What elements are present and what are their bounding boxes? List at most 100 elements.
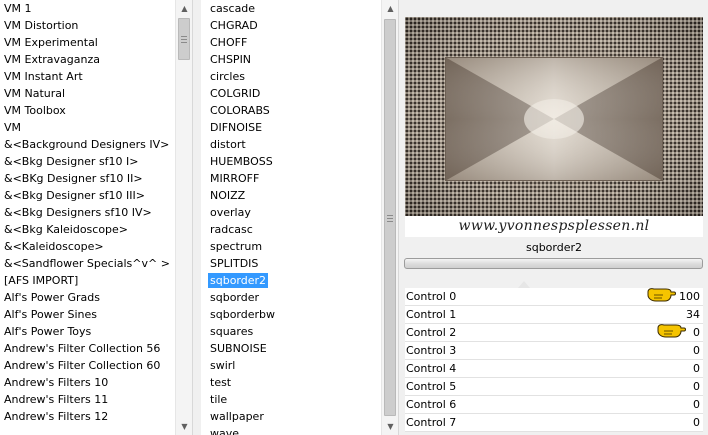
category-item[interactable]: Andrew's Filter Collection 60 — [0, 357, 174, 374]
category-item[interactable]: VM Toolbox — [0, 102, 174, 119]
control-value[interactable]: 0 — [693, 416, 700, 430]
filter-scrollbar[interactable]: ▲ ▼ — [381, 0, 398, 435]
control-value[interactable]: 0 — [693, 344, 700, 358]
control-label: Control 3 — [406, 344, 457, 357]
filter-item-label: overlay — [210, 206, 251, 219]
filter-item-label: sqborder — [210, 291, 260, 304]
category-item[interactable]: &<Bkg Designers sf10 IV> — [0, 204, 174, 221]
filter-item[interactable]: NOIZZ — [201, 187, 380, 204]
category-item[interactable]: Alf's Power Toys — [0, 323, 174, 340]
filter-item[interactable]: squares — [201, 323, 380, 340]
filter-item[interactable]: COLGRID — [201, 85, 380, 102]
filter-item-label: radcasc — [210, 223, 253, 236]
control-value[interactable]: 0 — [693, 398, 700, 412]
filter-item[interactable]: SUBNOISE — [201, 340, 380, 357]
grip-icon — [181, 36, 187, 43]
filter-item[interactable]: swirl — [201, 357, 380, 374]
filter-item[interactable]: CHOFF — [201, 34, 380, 51]
control-value[interactable]: 0 — [693, 362, 700, 376]
category-item[interactable]: VM Instant Art — [0, 68, 174, 85]
filter-item-selected[interactable]: sqborder2 — [201, 272, 380, 289]
filter-item[interactable]: CHSPIN — [201, 51, 380, 68]
category-item[interactable]: &<Sandflower Specials^v^ > — [0, 255, 174, 272]
filter-item-label: sqborder2 — [208, 273, 269, 288]
control-label: Control 6 — [406, 398, 457, 411]
filter-item[interactable]: wave — [201, 425, 380, 435]
control-value[interactable]: 0 — [693, 380, 700, 394]
pointing-hand-icon — [657, 321, 687, 341]
filter-item[interactable]: HUEMBOSS — [201, 153, 380, 170]
filter-item[interactable]: CHGRAD — [201, 17, 380, 34]
filter-item[interactable]: circles — [201, 68, 380, 85]
scroll-down-arrow-icon[interactable]: ▼ — [382, 418, 398, 435]
category-scroll-thumb[interactable] — [178, 18, 190, 60]
splitter — [193, 0, 201, 435]
category-item[interactable]: Andrew's Filters 12 — [0, 408, 174, 425]
filter-item[interactable]: cascade — [201, 0, 380, 17]
filter-item[interactable]: overlay — [201, 204, 380, 221]
filter-item[interactable]: sqborderbw — [201, 306, 380, 323]
filter-item[interactable]: MIRROFF — [201, 170, 380, 187]
filter-item-label: COLGRID — [210, 87, 261, 100]
category-item[interactable]: [AFS IMPORT] — [0, 272, 174, 289]
control-row[interactable]: Control 0 100 — [405, 281, 703, 306]
category-item[interactable]: VM Natural — [0, 85, 174, 102]
filter-item-label: swirl — [210, 359, 236, 372]
filter-item[interactable]: distort — [201, 136, 380, 153]
scroll-up-arrow-icon[interactable]: ▲ — [176, 0, 192, 17]
category-list[interactable]: VM 1 VM Distortion VM Experimental VM Extra… — [0, 0, 193, 435]
category-item[interactable]: Andrew's Filters 10 — [0, 374, 174, 391]
category-item[interactable]: &<Bkg Designer sf10 III> — [0, 187, 174, 204]
filter-item[interactable]: SPLITDIS — [201, 255, 380, 272]
category-item[interactable]: &<Kaleidoscope> — [0, 238, 174, 255]
filter-item[interactable]: radcasc — [201, 221, 380, 238]
filter-item[interactable]: wallpaper — [201, 408, 380, 425]
filter-items: cascade CHGRAD CHOFF CHSPIN circles COLGRID CO… — [201, 0, 380, 435]
control-row[interactable]: Control 4 0 — [405, 360, 703, 378]
filter-item[interactable]: tile — [201, 391, 380, 408]
pointing-hand-icon — [647, 285, 677, 305]
category-item[interactable]: &<BKg Designer sf10 II> — [0, 170, 174, 187]
scroll-up-arrow-icon[interactable]: ▲ — [382, 0, 398, 17]
scroll-down-arrow-icon[interactable]: ▼ — [176, 418, 192, 435]
filter-item[interactable]: COLORABS — [201, 102, 380, 119]
control-label: Control 1 — [406, 308, 457, 321]
category-scrollbar[interactable]: ▲ ▼ — [175, 0, 192, 435]
category-items: VM 1 VM Distortion VM Experimental VM Extra… — [0, 0, 174, 435]
filter-item[interactable]: DIFNOISE — [201, 119, 380, 136]
category-item[interactable]: &<Bkg Designer sf10 I> — [0, 153, 174, 170]
category-item[interactable]: &<Background Designers IV> — [0, 136, 174, 153]
filter-item-label: squares — [210, 325, 254, 338]
category-item[interactable]: Andrew's Filters 11 — [0, 391, 174, 408]
control-row[interactable]: Control 3 0 — [405, 342, 703, 360]
control-value[interactable]: 100 — [679, 290, 700, 304]
filter-item[interactable]: spectrum — [201, 238, 380, 255]
category-item[interactable]: Andrew's Filter Collection 56 — [0, 340, 174, 357]
control-row[interactable]: Control 7 0 — [405, 414, 703, 432]
filter-scroll-thumb[interactable] — [384, 19, 396, 416]
category-item[interactable]: VM Experimental — [0, 34, 174, 51]
control-row[interactable]: Control 2 0 — [405, 324, 703, 342]
control-label: Control 0 — [406, 290, 457, 303]
control-row[interactable]: Control 5 0 — [405, 378, 703, 396]
progress-bar — [404, 258, 703, 269]
category-item[interactable]: VM Distortion — [0, 17, 174, 34]
category-item[interactable]: Alf's Power Grads — [0, 289, 174, 306]
filter-item-label: test — [210, 376, 232, 389]
filter-item[interactable]: test — [201, 374, 380, 391]
filter-item-label: HUEMBOSS — [210, 155, 273, 168]
category-item[interactable]: &<Bkg Kaleidoscope> — [0, 221, 174, 238]
filter-item-label: CHGRAD — [210, 19, 258, 32]
control-value[interactable]: 34 — [686, 308, 700, 322]
control-value[interactable]: 0 — [693, 326, 700, 340]
category-item[interactable]: VM — [0, 119, 174, 136]
category-item[interactable]: VM Extravaganza — [0, 51, 174, 68]
filter-list[interactable]: cascade CHGRAD CHOFF CHSPIN circles COLGRID CO… — [201, 0, 399, 435]
controls-list: Control 0 100 Control 1 34 Control 2 0 Control… — [405, 281, 703, 432]
filter-item-label: wave — [210, 427, 240, 435]
category-item[interactable]: Alf's Power Sines — [0, 306, 174, 323]
filter-item-label: NOIZZ — [210, 189, 246, 202]
filter-item[interactable]: sqborder — [201, 289, 380, 306]
category-item[interactable]: VM 1 — [0, 0, 174, 17]
control-row[interactable]: Control 6 0 — [405, 396, 703, 414]
